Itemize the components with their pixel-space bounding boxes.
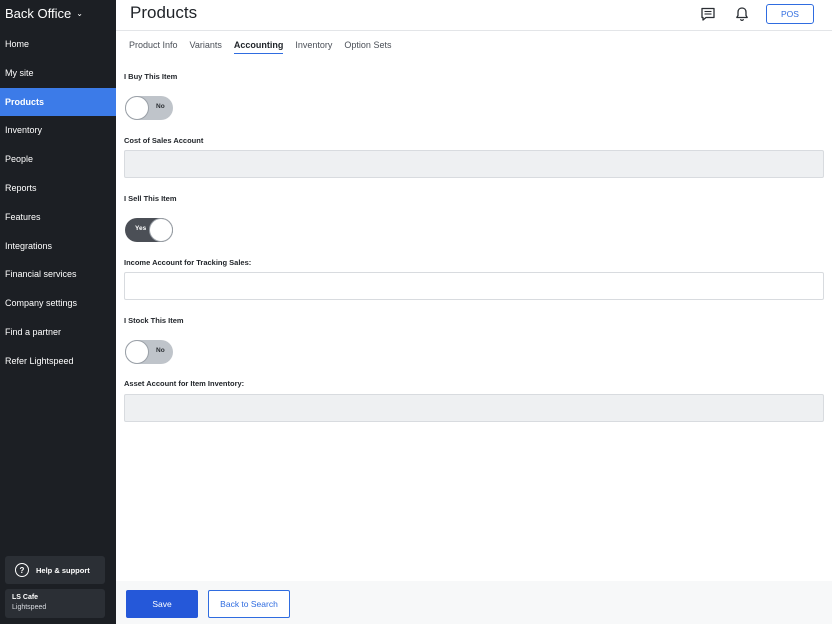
page-title: Products: [130, 3, 198, 22]
cost-account-label: Cost of Sales Account: [124, 136, 204, 145]
top-header: Products POS: [116, 0, 832, 31]
tab-option-sets[interactable]: Option Sets: [344, 40, 391, 54]
sidebar-item-my-site[interactable]: My site: [0, 59, 116, 88]
back-to-search-button[interactable]: Back to Search: [208, 590, 290, 618]
sidebar-item-home[interactable]: Home: [0, 30, 116, 59]
toggle-state: No: [156, 347, 165, 354]
brand-menu[interactable]: Back Office ⌄: [5, 6, 83, 21]
sidebar-item-refer-lightspeed[interactable]: Refer Lightspeed: [0, 347, 116, 376]
chat-icon[interactable]: [700, 6, 716, 22]
sidebar-nav: Home My site Products Inventory People R…: [0, 30, 116, 376]
account-name: LS Cafe: [12, 594, 39, 601]
toggle-state: Yes: [135, 225, 147, 232]
sidebar: Back Office ⌄ Home My site Products Inve…: [0, 0, 116, 624]
sell-item-label: I Sell This Item: [124, 194, 177, 203]
pos-button[interactable]: POS: [766, 4, 814, 24]
tab-product-info[interactable]: Product Info: [129, 40, 178, 54]
sell-item-toggle[interactable]: Yes: [125, 218, 173, 242]
sidebar-item-inventory[interactable]: Inventory: [0, 116, 116, 145]
asset-account-label: Asset Account for Item Inventory:: [124, 379, 245, 388]
stock-item-label: I Stock This Item: [124, 316, 184, 325]
toggle-state: No: [156, 103, 165, 110]
account-switcher[interactable]: LS Cafe Lightspeed: [5, 589, 105, 618]
income-account-label: Income Account for Tracking Sales:: [124, 258, 252, 267]
help-support-label: Help & support: [36, 565, 90, 575]
question-icon: ?: [15, 563, 29, 577]
buy-item-toggle[interactable]: No: [125, 96, 173, 120]
toggle-knob: [149, 218, 173, 242]
sidebar-item-financial-services[interactable]: Financial services: [0, 260, 116, 289]
tab-accounting[interactable]: Accounting: [233, 40, 284, 54]
account-org: Lightspeed: [12, 604, 47, 611]
toggle-knob: [125, 340, 149, 364]
sidebar-item-people[interactable]: People: [0, 145, 116, 174]
sidebar-item-company-settings[interactable]: Company settings: [0, 289, 116, 318]
sidebar-item-reports[interactable]: Reports: [0, 174, 116, 203]
brand-label: Back Office: [5, 6, 72, 21]
toggle-knob: [125, 96, 149, 120]
product-tabs: Product Info Variants Accounting Invento…: [129, 40, 391, 54]
income-account-select[interactable]: [124, 272, 824, 300]
tab-variants[interactable]: Variants: [190, 40, 222, 54]
tab-inventory[interactable]: Inventory: [295, 40, 332, 54]
save-button[interactable]: Save: [126, 590, 198, 618]
cost-account-select: [124, 150, 824, 178]
chevron-down-icon: ⌄: [76, 9, 83, 18]
sidebar-item-features[interactable]: Features: [0, 203, 116, 232]
stock-item-toggle[interactable]: No: [125, 340, 173, 364]
buy-item-label: I Buy This Item: [124, 72, 178, 81]
sidebar-item-integrations[interactable]: Integrations: [0, 232, 116, 261]
sidebar-item-products[interactable]: Products: [0, 87, 116, 117]
sidebar-item-find-a-partner[interactable]: Find a partner: [0, 318, 116, 347]
asset-account-select: [124, 394, 824, 422]
help-support-button[interactable]: ? Help & support: [5, 556, 105, 584]
bell-icon[interactable]: [734, 6, 750, 22]
